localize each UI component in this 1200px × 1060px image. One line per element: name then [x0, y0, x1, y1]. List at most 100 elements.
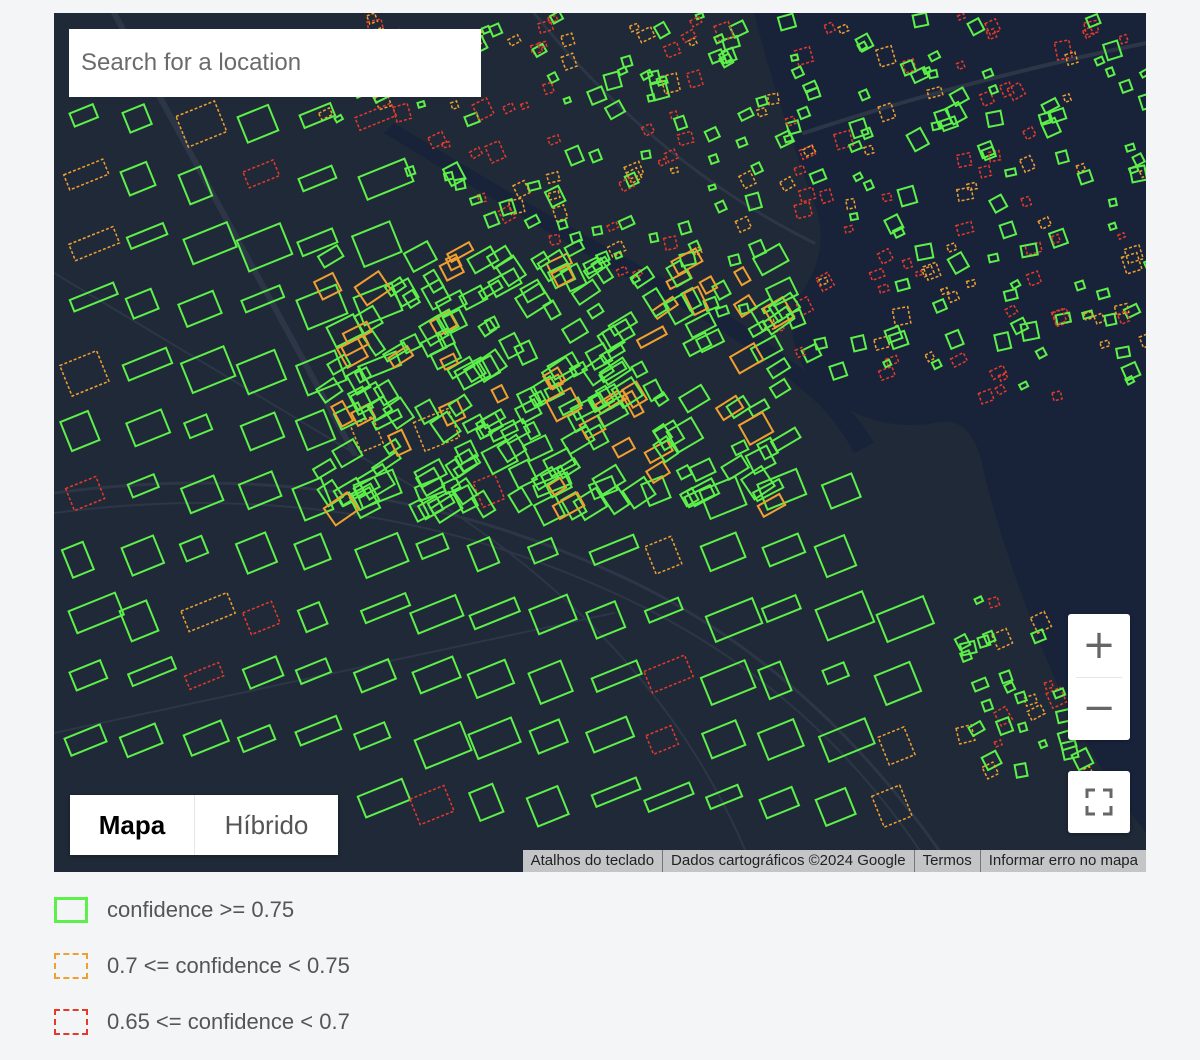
building-footprint [402, 239, 439, 274]
building-footprint [239, 411, 286, 452]
building-footprint [546, 133, 562, 147]
building-footprint [967, 719, 987, 738]
report-map-error-link[interactable]: Informar erro no mapa [981, 850, 1146, 872]
building-footprint [818, 188, 835, 205]
building-footprint [987, 193, 1009, 214]
building-footprint [985, 109, 1005, 129]
building-footprint [778, 175, 796, 193]
building-footprint [521, 433, 554, 463]
building-footprint [1013, 762, 1029, 779]
building-footprint [482, 210, 501, 229]
building-footprint [987, 595, 1001, 609]
building-footprint [899, 58, 918, 77]
building-footprint [563, 238, 586, 258]
building-footprint [1138, 331, 1146, 349]
building-footprint [118, 722, 164, 759]
building-footprint [297, 164, 338, 193]
building-footprint [353, 102, 398, 132]
building-footprint [635, 25, 657, 44]
building-footprint [58, 349, 110, 398]
building-footprint [922, 261, 942, 282]
map-type-hibrido-button[interactable]: Híbrido [194, 795, 338, 855]
building-footprint [294, 714, 343, 747]
building-footprint [644, 535, 683, 576]
building-footprint [704, 596, 764, 644]
building-footprint [1043, 680, 1055, 691]
building-footprint [980, 698, 995, 713]
building-footprint [64, 475, 106, 512]
building-footprint [449, 100, 460, 111]
building-footprint [749, 334, 784, 365]
building-footprint [891, 305, 912, 327]
building-footprint [669, 166, 680, 175]
building-footprint [921, 65, 933, 76]
building-footprint [560, 52, 579, 71]
terms-link[interactable]: Termos [915, 850, 980, 872]
map-data-credit: Dados cartográficos ©2024 Google [671, 852, 906, 869]
building-footprint [490, 383, 510, 404]
building-footprint [794, 295, 815, 317]
map-attribution: Atalhos do teclado Dados cartográficos ©… [522, 850, 1146, 872]
building-footprint [820, 472, 863, 510]
building-footprint [590, 659, 644, 694]
location-search-input[interactable] [69, 29, 481, 97]
zoom-out-button[interactable]: − [1068, 677, 1130, 740]
fullscreen-button[interactable] [1068, 771, 1130, 833]
building-footprint [560, 317, 590, 345]
building-footprint [1124, 142, 1137, 153]
building-footprint [998, 669, 1014, 685]
building-footprint [640, 122, 656, 138]
building-footprint [843, 224, 855, 234]
building-footprint [564, 144, 586, 167]
building-footprint [755, 95, 769, 108]
building-footprint [987, 83, 1000, 96]
building-footprint [646, 69, 662, 85]
building-footprint [1095, 287, 1111, 301]
building-footprint [570, 278, 602, 307]
building-footprint [67, 591, 126, 635]
building-footprint [587, 148, 604, 164]
building-footprint [606, 239, 627, 258]
building-footprint [542, 299, 562, 321]
building-footprint [994, 715, 1015, 737]
building-footprint [727, 253, 742, 267]
building-footprint [584, 715, 636, 754]
building-footprint [628, 22, 641, 33]
building-footprint [352, 720, 392, 751]
building-footprint [862, 144, 875, 156]
building-footprint [873, 660, 923, 707]
building-footprint [468, 146, 484, 160]
building-footprint [1025, 270, 1043, 287]
building-footprint [241, 600, 282, 636]
building-footprint [177, 165, 214, 206]
building-footprint [823, 21, 837, 35]
building-footprint [728, 341, 765, 375]
building-footprint [1037, 215, 1053, 231]
building-footprint [924, 350, 936, 363]
building-footprint [926, 85, 944, 100]
building-footprint [949, 351, 969, 369]
building-footprint [1107, 221, 1118, 232]
zoom-control: + − [1068, 614, 1130, 740]
legend-swatch-high [54, 897, 88, 923]
building-footprint [789, 53, 800, 63]
keyboard-shortcuts-link[interactable]: Atalhos do teclado [523, 850, 662, 872]
building-footprint [296, 600, 329, 634]
building-footprint [353, 531, 410, 580]
building-footprint [911, 13, 930, 29]
building-footprint [182, 220, 238, 266]
building-footprint [652, 20, 672, 40]
map-type-control: Mapa Híbrido [70, 795, 338, 855]
building-footprint [1107, 197, 1119, 208]
building-footprint [413, 720, 473, 770]
map-canvas[interactable]: + − Mapa Híbrido Atalhos do teclado Dado… [54, 13, 1146, 872]
building-footprint [965, 278, 977, 289]
building-footprint [760, 593, 803, 624]
building-footprint [707, 152, 720, 166]
building-footprint [60, 540, 96, 579]
zoom-in-button[interactable]: + [1068, 614, 1130, 677]
zoom-divider [1076, 677, 1122, 678]
building-footprint [857, 88, 871, 102]
map-type-mapa-button[interactable]: Mapa [70, 795, 194, 855]
building-footprint [416, 99, 427, 109]
